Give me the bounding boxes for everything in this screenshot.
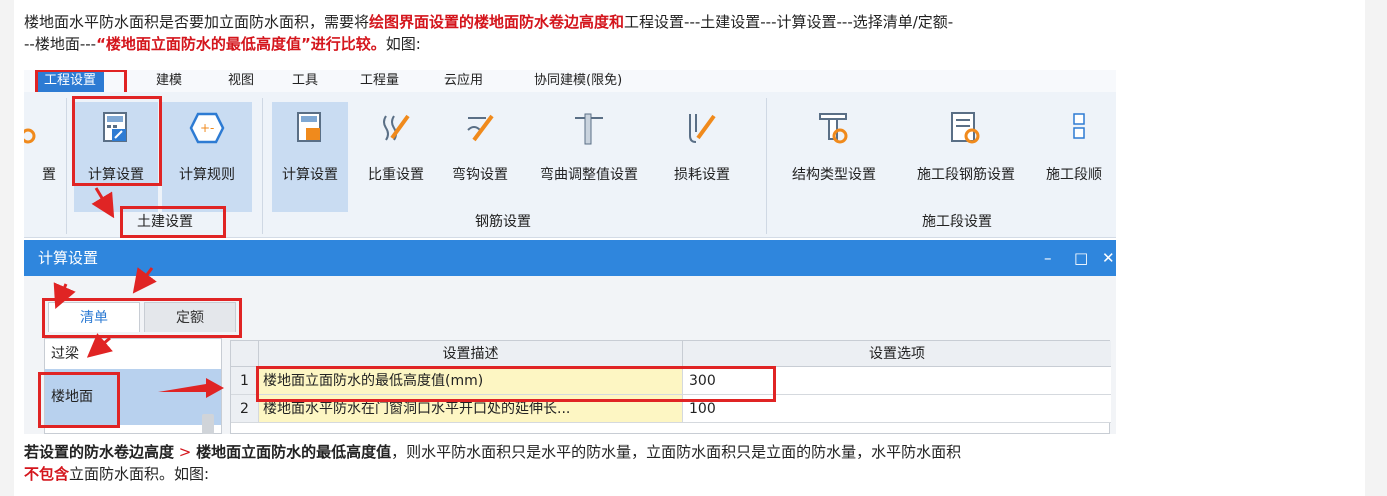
text: 工程设置---土建设置---计算设置---选择清单/定额- <box>624 13 954 31</box>
arrow-to-lintel <box>86 333 113 358</box>
arrow-to-row <box>158 378 224 398</box>
text: 立面防水面积。如图: <box>69 465 210 483</box>
article-line-2: --楼地面---“楼地面立面防水的最低高度值”进行比较。如图: <box>24 33 421 55</box>
text: ，则水平防水面积只是水平的防水量，立面防水面积只是立面的防水量，水平防水面积 <box>391 443 962 461</box>
text: 楼地面立面防水的最低高度值 <box>196 443 392 461</box>
right-gutter <box>1365 0 1387 496</box>
emphasis-text: 不包含 <box>24 465 70 483</box>
arrow-to-tabs <box>53 282 76 310</box>
annotation-arrows <box>53 187 224 398</box>
article-line-4: 不包含立面防水面积。如图: <box>24 463 209 485</box>
arrow-to-dialog <box>132 267 157 294</box>
text: --楼地面--- <box>24 35 97 53</box>
text: 若设置的防水卷边高度 <box>24 443 175 461</box>
emphasis-text: “楼地面立面防水的最低高度值”进行比较。 <box>96 35 386 53</box>
software-screenshot: 工程设置 建模 视图 工具 工程量 云应用 协同建模(限免) 置 计算设置 +-… <box>24 70 1116 434</box>
article-line-3: 若设置的防水卷边高度 > 楼地面立面防水的最低高度值，则水平防水面积只是水平的防… <box>24 441 961 463</box>
arrow-to-tujian <box>91 187 115 219</box>
left-gutter <box>0 0 14 496</box>
text: 楼地面水平防水面积是否要加立面防水面积，需要将 <box>24 13 370 31</box>
text: 如图: <box>385 35 421 53</box>
article-line-1: 楼地面水平防水面积是否要加立面防水面积，需要将绘图界面设置的楼地面防水卷边高度和… <box>24 11 953 33</box>
text: > <box>174 443 197 461</box>
emphasis-text: 绘图界面设置的楼地面防水卷边高度和 <box>369 13 625 31</box>
